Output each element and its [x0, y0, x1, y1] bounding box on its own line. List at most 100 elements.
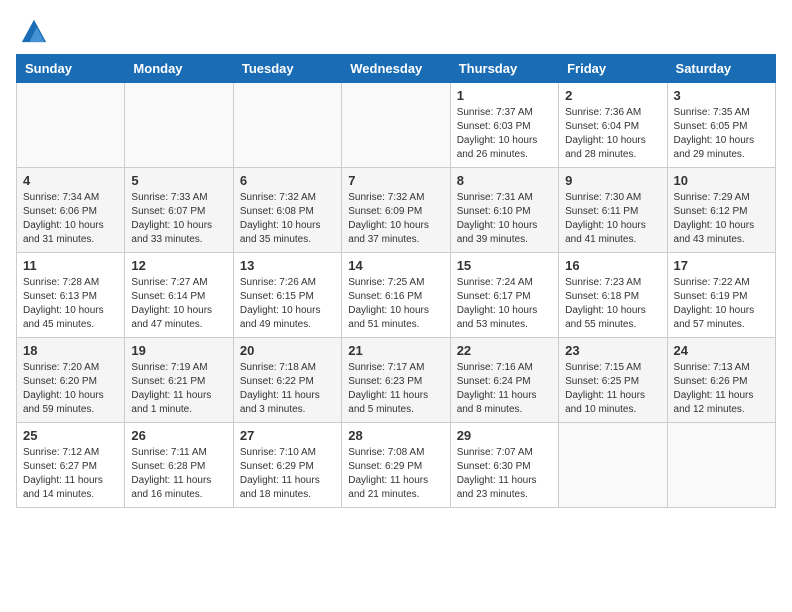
calendar-cell: 20Sunrise: 7:18 AM Sunset: 6:22 PM Dayli…	[233, 338, 341, 423]
calendar-cell: 28 Sunrise: 7:08 AM Sunset: 6:29 PM Dayli…	[342, 423, 450, 508]
day-header-monday: Monday	[125, 55, 233, 83]
calendar-cell	[342, 83, 450, 168]
calendar-cell	[233, 83, 341, 168]
calendar-cell	[667, 423, 775, 508]
calendar-week-row: 25 Sunrise: 7:12 AM Sunset: 6:27 PM Dayli…	[17, 423, 776, 508]
day-info: Sunrise: 7:33 AM Sunset: 6:07 PM Dayligh…	[131, 191, 226, 247]
calendar-cell: 3Sunrise: 7:35 AM Sunset: 6:05 PM Daylig…	[667, 83, 775, 168]
day-number: 20	[240, 343, 335, 358]
calendar-cell: 4 Sunrise: 7:34 AM Sunset: 6:06 PM Daylig…	[17, 168, 125, 253]
calendar-week-row: 11 Sunrise: 7:28 AM Sunset: 6:13 PM Dayli…	[17, 253, 776, 338]
calendar-week-row: 18 Sunrise: 7:20 AM Sunset: 6:20 PM Dayli…	[17, 338, 776, 423]
day-number: 18	[23, 343, 118, 358]
calendar-week-row: 4 Sunrise: 7:34 AM Sunset: 6:06 PM Daylig…	[17, 168, 776, 253]
day-number: 19	[131, 343, 226, 358]
calendar-cell: 13 Sunrise: 7:26 AM Sunset: 6:15 PM Dayli…	[233, 253, 341, 338]
day-info: Sunrise: 7:24 AM Sunset: 6:17 PM Dayligh…	[457, 276, 552, 332]
day-info: Sunrise: 7:37 AM Sunset: 6:03 PM Dayligh…	[457, 106, 552, 162]
day-info: Sunrise: 7:32 AM Sunset: 6:09 PM Dayligh…	[348, 191, 443, 247]
day-info: Sunrise: 7:30 AM Sunset: 6:11 PM Dayligh…	[565, 191, 660, 247]
calendar-cell: 6 Sunrise: 7:32 AM Sunset: 6:08 PM Daylig…	[233, 168, 341, 253]
calendar-cell: 24 Sunrise: 7:13 AM Sunset: 6:26 PM Dayli…	[667, 338, 775, 423]
day-number: 11	[23, 258, 118, 273]
calendar-cell: 21Sunrise: 7:17 AM Sunset: 6:23 PM Dayli…	[342, 338, 450, 423]
calendar-cell: 12 Sunrise: 7:27 AM Sunset: 6:14 PM Dayli…	[125, 253, 233, 338]
day-header-friday: Friday	[559, 55, 667, 83]
day-info: Sunrise: 7:15 AM Sunset: 6:25 PM Dayligh…	[565, 361, 660, 417]
calendar-table: SundayMondayTuesdayWednesdayThursdayFrid…	[16, 54, 776, 508]
day-info: Sunrise: 7:35 AM Sunset: 6:05 PM Dayligh…	[674, 106, 769, 162]
day-info: Sunrise: 7:34 AM Sunset: 6:06 PM Dayligh…	[23, 191, 118, 247]
logo-icon	[20, 16, 48, 44]
day-info: Sunrise: 7:31 AM Sunset: 6:10 PM Dayligh…	[457, 191, 552, 247]
day-info: Sunrise: 7:23 AM Sunset: 6:18 PM Dayligh…	[565, 276, 660, 332]
day-info: Sunrise: 7:29 AM Sunset: 6:12 PM Dayligh…	[674, 191, 769, 247]
day-number: 1	[457, 88, 552, 103]
day-number: 22	[457, 343, 552, 358]
calendar-cell: 16Sunrise: 7:23 AM Sunset: 6:18 PM Dayli…	[559, 253, 667, 338]
calendar-cell: 19Sunrise: 7:19 AM Sunset: 6:21 PM Dayli…	[125, 338, 233, 423]
day-info: Sunrise: 7:10 AM Sunset: 6:29 PM Dayligh…	[240, 446, 335, 502]
calendar-cell: 17Sunrise: 7:22 AM Sunset: 6:19 PM Dayli…	[667, 253, 775, 338]
day-number: 8	[457, 173, 552, 188]
calendar-week-row: 1 Sunrise: 7:37 AM Sunset: 6:03 PM Daylig…	[17, 83, 776, 168]
day-info: Sunrise: 7:08 AM Sunset: 6:29 PM Dayligh…	[348, 446, 443, 502]
calendar-cell	[125, 83, 233, 168]
calendar-cell	[17, 83, 125, 168]
calendar-cell: 7Sunrise: 7:32 AM Sunset: 6:09 PM Daylig…	[342, 168, 450, 253]
day-info: Sunrise: 7:28 AM Sunset: 6:13 PM Dayligh…	[23, 276, 118, 332]
day-number: 6	[240, 173, 335, 188]
calendar-cell: 27 Sunrise: 7:10 AM Sunset: 6:29 PM Dayli…	[233, 423, 341, 508]
day-header-saturday: Saturday	[667, 55, 775, 83]
calendar-cell: 8 Sunrise: 7:31 AM Sunset: 6:10 PM Daylig…	[450, 168, 558, 253]
calendar-cell	[559, 423, 667, 508]
calendar-cell: 1 Sunrise: 7:37 AM Sunset: 6:03 PM Daylig…	[450, 83, 558, 168]
calendar-cell: 23 Sunrise: 7:15 AM Sunset: 6:25 PM Dayli…	[559, 338, 667, 423]
logo	[16, 16, 48, 44]
day-info: Sunrise: 7:12 AM Sunset: 6:27 PM Dayligh…	[23, 446, 118, 502]
day-number: 12	[131, 258, 226, 273]
calendar-cell: 10 Sunrise: 7:29 AM Sunset: 6:12 PM Dayli…	[667, 168, 775, 253]
day-number: 4	[23, 173, 118, 188]
day-number: 24	[674, 343, 769, 358]
day-number: 13	[240, 258, 335, 273]
day-info: Sunrise: 7:13 AM Sunset: 6:26 PM Dayligh…	[674, 361, 769, 417]
calendar-cell: 2 Sunrise: 7:36 AM Sunset: 6:04 PM Daylig…	[559, 83, 667, 168]
day-info: Sunrise: 7:07 AM Sunset: 6:30 PM Dayligh…	[457, 446, 552, 502]
calendar-cell: 15 Sunrise: 7:24 AM Sunset: 6:17 PM Dayli…	[450, 253, 558, 338]
day-number: 28	[348, 428, 443, 443]
day-number: 26	[131, 428, 226, 443]
day-info: Sunrise: 7:16 AM Sunset: 6:24 PM Dayligh…	[457, 361, 552, 417]
day-number: 10	[674, 173, 769, 188]
day-number: 2	[565, 88, 660, 103]
calendar-header-row: SundayMondayTuesdayWednesdayThursdayFrid…	[17, 55, 776, 83]
day-number: 27	[240, 428, 335, 443]
day-info: Sunrise: 7:25 AM Sunset: 6:16 PM Dayligh…	[348, 276, 443, 332]
day-number: 9	[565, 173, 660, 188]
day-info: Sunrise: 7:36 AM Sunset: 6:04 PM Dayligh…	[565, 106, 660, 162]
calendar-cell: 9 Sunrise: 7:30 AM Sunset: 6:11 PM Daylig…	[559, 168, 667, 253]
day-info: Sunrise: 7:27 AM Sunset: 6:14 PM Dayligh…	[131, 276, 226, 332]
day-header-thursday: Thursday	[450, 55, 558, 83]
calendar-cell: 5 Sunrise: 7:33 AM Sunset: 6:07 PM Daylig…	[125, 168, 233, 253]
day-info: Sunrise: 7:20 AM Sunset: 6:20 PM Dayligh…	[23, 361, 118, 417]
day-number: 25	[23, 428, 118, 443]
day-info: Sunrise: 7:11 AM Sunset: 6:28 PM Dayligh…	[131, 446, 226, 502]
calendar-cell: 26 Sunrise: 7:11 AM Sunset: 6:28 PM Dayli…	[125, 423, 233, 508]
calendar-cell: 25 Sunrise: 7:12 AM Sunset: 6:27 PM Dayli…	[17, 423, 125, 508]
day-number: 17	[674, 258, 769, 273]
day-info: Sunrise: 7:32 AM Sunset: 6:08 PM Dayligh…	[240, 191, 335, 247]
day-info: Sunrise: 7:17 AM Sunset: 6:23 PM Dayligh…	[348, 361, 443, 417]
calendar-cell: 11 Sunrise: 7:28 AM Sunset: 6:13 PM Dayli…	[17, 253, 125, 338]
day-number: 5	[131, 173, 226, 188]
day-number: 23	[565, 343, 660, 358]
day-number: 29	[457, 428, 552, 443]
day-header-wednesday: Wednesday	[342, 55, 450, 83]
day-number: 15	[457, 258, 552, 273]
calendar-cell: 18 Sunrise: 7:20 AM Sunset: 6:20 PM Dayli…	[17, 338, 125, 423]
calendar-cell: 14 Sunrise: 7:25 AM Sunset: 6:16 PM Dayli…	[342, 253, 450, 338]
day-header-sunday: Sunday	[17, 55, 125, 83]
day-number: 14	[348, 258, 443, 273]
day-info: Sunrise: 7:26 AM Sunset: 6:15 PM Dayligh…	[240, 276, 335, 332]
day-header-tuesday: Tuesday	[233, 55, 341, 83]
